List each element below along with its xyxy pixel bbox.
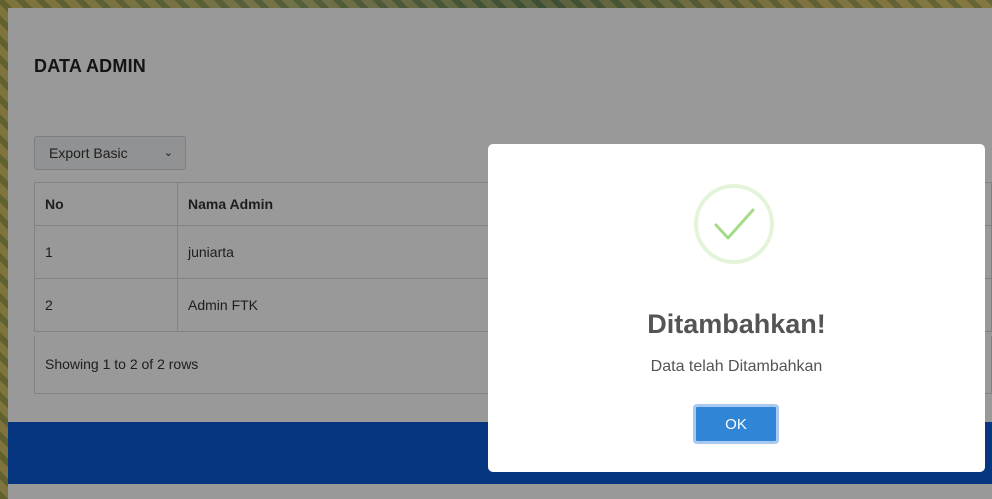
dialog-title: Ditambahkan!: [647, 309, 826, 339]
success-check-icon: [694, 184, 774, 264]
success-dialog: Ditambahkan! Data telah Ditambahkan OK: [488, 144, 985, 472]
ok-button[interactable]: OK: [693, 404, 779, 444]
dialog-message: Data telah Ditambahkan: [650, 358, 823, 375]
